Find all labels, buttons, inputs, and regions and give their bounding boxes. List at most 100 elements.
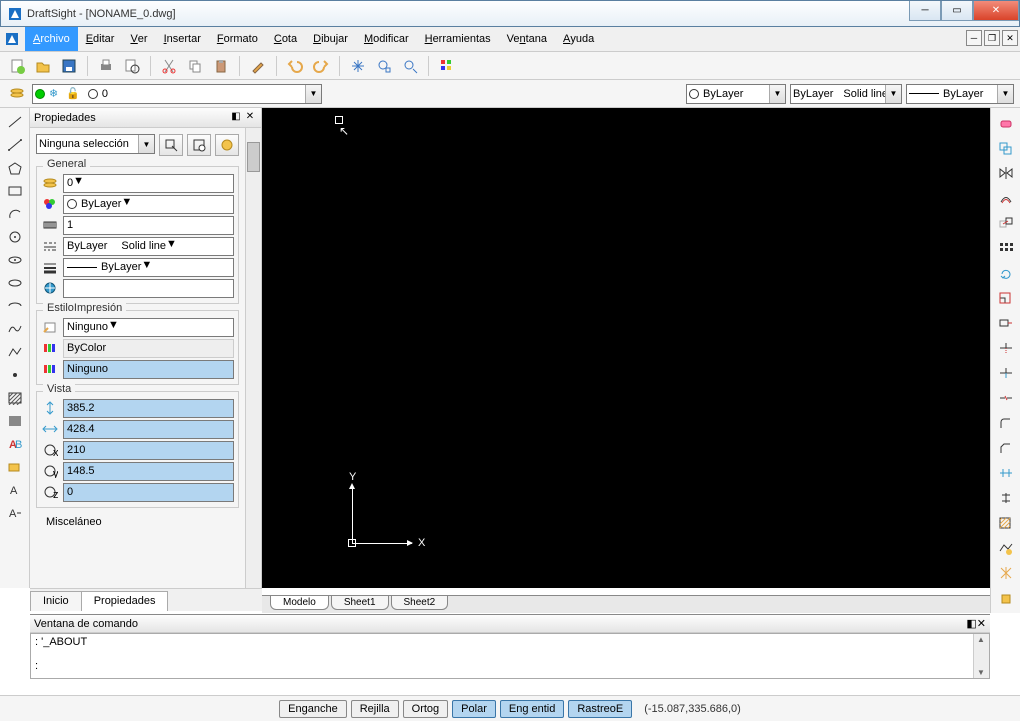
properties-scrollbar[interactable] — [245, 128, 261, 588]
tab-sheet1[interactable]: Sheet1 — [331, 596, 389, 610]
close-panel-button[interactable]: ✕ — [243, 111, 257, 125]
pan-button[interactable] — [347, 55, 369, 77]
zoom-extents-button[interactable] — [399, 55, 421, 77]
array-tool[interactable] — [995, 237, 1017, 259]
status-polar[interactable]: Polar — [452, 700, 496, 718]
line-tool[interactable] — [4, 112, 26, 132]
scale-tool[interactable] — [995, 287, 1017, 309]
change-length-tool[interactable] — [995, 487, 1017, 509]
menu-herramientas[interactable]: Herramientas — [417, 27, 499, 51]
infinite-line-tool[interactable] — [4, 135, 26, 155]
menu-archivo[interactable]: Archivo — [25, 27, 78, 51]
prop-linetype-field[interactable]: ByLayerSolid line▼ — [63, 237, 234, 256]
note-tool[interactable]: A — [4, 480, 26, 500]
fillet-tool[interactable] — [995, 412, 1017, 434]
menu-ver[interactable]: Ver — [122, 27, 155, 51]
prop-layer-field[interactable]: 0▼ — [63, 174, 234, 193]
trim-tool[interactable] — [995, 337, 1017, 359]
split-tool[interactable] — [995, 387, 1017, 409]
selection-dropdown[interactable]: Ninguna selección ▼ — [36, 134, 155, 154]
toggle-button[interactable] — [215, 134, 239, 156]
print-preview-button[interactable] — [121, 55, 143, 77]
quick-select-button[interactable] — [187, 134, 211, 156]
undo-button[interactable] — [284, 55, 306, 77]
extend-tool[interactable] — [995, 362, 1017, 384]
menu-dibujar[interactable]: Dibujar — [305, 27, 356, 51]
edit-hatch-tool[interactable] — [995, 512, 1017, 534]
status-rastreoe[interactable]: RastreoE — [568, 700, 632, 718]
drawing-canvas[interactable]: ↖ Y X — [262, 108, 1020, 588]
layer-dropdown[interactable]: ❄ 🔓 0 ▼ — [32, 84, 322, 104]
redo-button[interactable] — [310, 55, 332, 77]
tab-propiedades[interactable]: Propiedades — [81, 591, 169, 611]
circle-tool[interactable] — [4, 227, 26, 247]
command-scrollbar[interactable] — [973, 634, 989, 678]
prop-lineweight-field[interactable]: ByLayer▼ — [63, 258, 234, 277]
mtext-tool[interactable]: A — [4, 503, 26, 523]
save-button[interactable] — [58, 55, 80, 77]
hatch-tool[interactable] — [4, 388, 26, 408]
spline-tool[interactable] — [4, 319, 26, 339]
status-rejilla[interactable]: Rejilla — [351, 700, 399, 718]
close-button[interactable]: ✕ — [973, 1, 1019, 21]
prop-scale-field[interactable]: 1 — [63, 216, 234, 235]
command-input[interactable]: : '_ABOUT : — [31, 634, 973, 678]
menu-modificar[interactable]: Modificar — [356, 27, 417, 51]
align-tool[interactable] — [995, 462, 1017, 484]
prop-view-v4[interactable]: 148.5 — [63, 462, 234, 481]
prop-color-field[interactable]: ByLayer▼ — [63, 195, 234, 214]
paste-button[interactable] — [210, 55, 232, 77]
mdi-minimize-button[interactable]: ─ — [966, 30, 982, 46]
pick-add-button[interactable] — [159, 134, 183, 156]
layer-manager-button[interactable] — [6, 83, 28, 105]
minimize-button[interactable]: ─ — [909, 1, 941, 21]
prop-print-style-field[interactable]: Ninguno▼ — [63, 318, 234, 337]
edit-tool[interactable] — [995, 587, 1017, 609]
command-close-button[interactable]: ✕ — [977, 617, 986, 630]
ellipse-arc-tool[interactable] — [4, 296, 26, 316]
menu-insertar[interactable]: Insertar — [156, 27, 209, 51]
menu-formato[interactable]: Formato — [209, 27, 266, 51]
offset-tool[interactable] — [995, 187, 1017, 209]
color-dropdown[interactable]: ByLayer ▼ — [686, 84, 786, 104]
mdi-restore-button[interactable]: ❐ — [984, 30, 1000, 46]
menu-ayuda[interactable]: Ayuda — [555, 27, 602, 51]
tab-modelo[interactable]: Modelo — [270, 596, 329, 610]
tab-inicio[interactable]: Inicio — [30, 591, 82, 611]
erase-tool[interactable] — [995, 112, 1017, 134]
command-pin-button[interactable]: ◧ — [966, 617, 976, 630]
pin-button[interactable]: ◧ — [229, 111, 243, 125]
arc-tool[interactable] — [4, 204, 26, 224]
move-tool[interactable] — [995, 212, 1017, 234]
mdi-close-button[interactable]: ✕ — [1002, 30, 1018, 46]
lineweight-dropdown[interactable]: ByLayer ▼ — [906, 84, 1014, 104]
ellipse-tool[interactable] — [4, 273, 26, 293]
ellipse-center-tool[interactable] — [4, 250, 26, 270]
status-ortog[interactable]: Ortog — [403, 700, 449, 718]
status-enganche[interactable]: Enganche — [279, 700, 347, 718]
print-button[interactable] — [95, 55, 117, 77]
polyline-tool[interactable] — [4, 342, 26, 362]
copy-tool[interactable] — [995, 137, 1017, 159]
text-tool[interactable]: AB — [4, 434, 26, 454]
menu-cota[interactable]: Cota — [266, 27, 305, 51]
polygon-tool[interactable] — [4, 158, 26, 178]
new-button[interactable] — [6, 55, 28, 77]
rectangle-tool[interactable] — [4, 181, 26, 201]
prop-hyperlink-field[interactable] — [63, 279, 234, 298]
edit-polyline-tool[interactable] — [995, 537, 1017, 559]
prop-view-v3[interactable]: 210 — [63, 441, 234, 460]
rotate-tool[interactable] — [995, 262, 1017, 284]
cut-button[interactable] — [158, 55, 180, 77]
tab-sheet2[interactable]: Sheet2 — [391, 596, 449, 610]
properties-button[interactable] — [436, 55, 458, 77]
open-button[interactable] — [32, 55, 54, 77]
stretch-tool[interactable] — [995, 312, 1017, 334]
menu-editar[interactable]: Editar — [78, 27, 123, 51]
status-eng-entid[interactable]: Eng entid — [500, 700, 564, 718]
mirror-tool[interactable] — [995, 162, 1017, 184]
explode-tool[interactable] — [995, 562, 1017, 584]
maximize-button[interactable]: ▭ — [941, 1, 973, 21]
region-tool[interactable] — [4, 457, 26, 477]
pencil-icon[interactable] — [247, 55, 269, 77]
